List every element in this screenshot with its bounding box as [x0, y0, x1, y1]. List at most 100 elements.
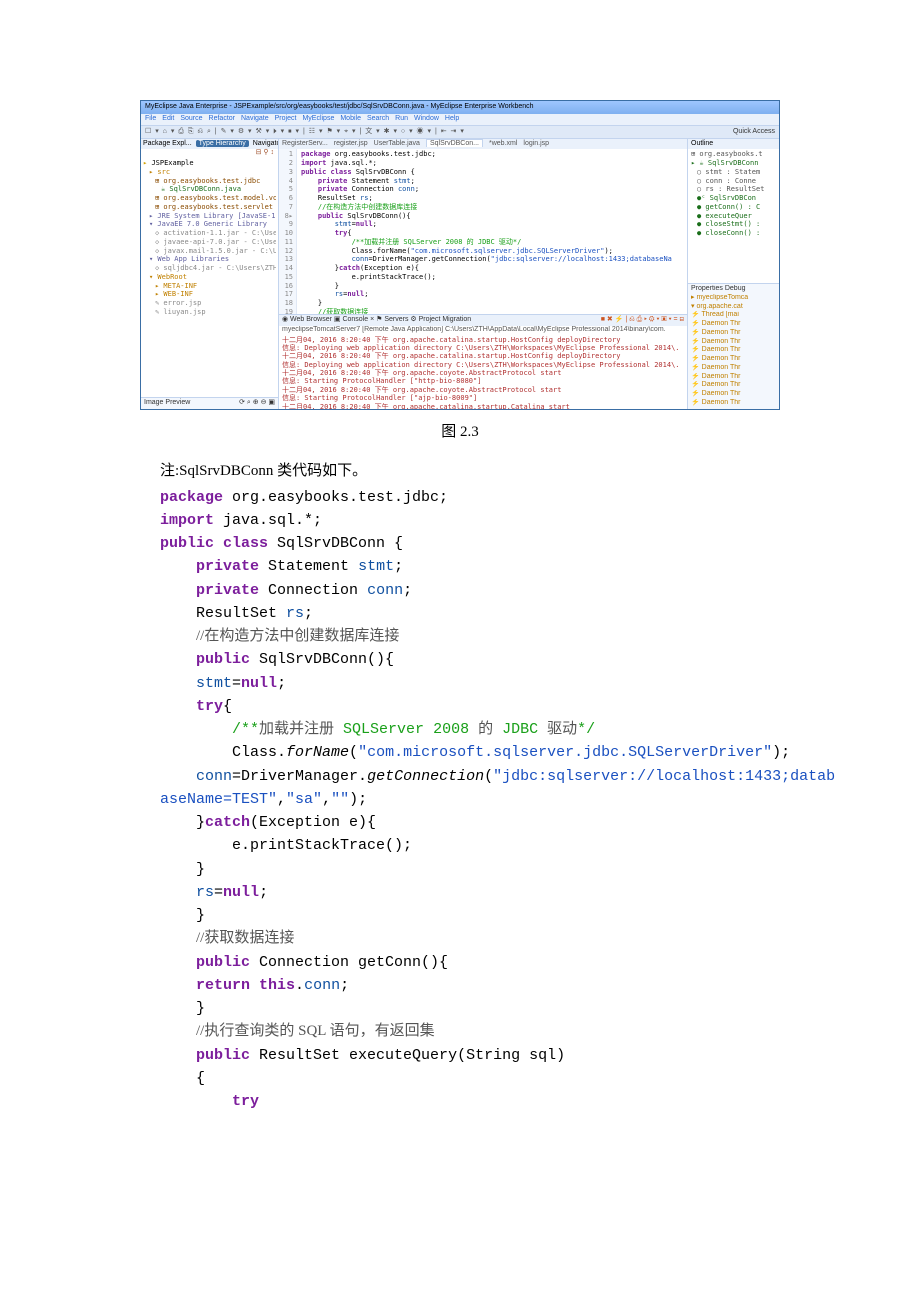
left-tab: Type Hierarchy — [196, 140, 249, 147]
listing-line: } — [160, 858, 760, 881]
code-line: Class.forName("com.microsoft.sqlserver.j… — [301, 247, 683, 256]
listing-line: public class SqlSrvDBConn { — [160, 532, 760, 555]
left-tab: Navigator — [253, 140, 278, 147]
debug-row: ⚡ Thread [mai — [691, 311, 776, 320]
tree-node: ◇ javax.mail-1.5.0.jar - C:\Users\ZTH\Ap… — [143, 247, 276, 256]
outline-node: ● closeStmt() : — [691, 220, 776, 229]
menu-item: Help — [445, 115, 459, 122]
line-number: 15 — [279, 273, 293, 282]
listing-line: try{ — [160, 695, 760, 718]
line-number: 4 — [279, 177, 293, 186]
tree-node: ⊞ org.easybooks.test.jdbc — [143, 177, 276, 186]
listing-line: private Connection conn; — [160, 579, 760, 602]
listing-line: } — [160, 904, 760, 927]
tree-node: ▸ src — [143, 168, 276, 177]
menu-item: Navigate — [241, 115, 269, 122]
debug-row: ⚡ Daemon Thr — [691, 355, 776, 364]
left-panel-mini-icons: ⊟ ⚲ ↕ — [141, 149, 278, 158]
tree-node: ⊞ org.easybooks.test.servlet — [143, 203, 276, 212]
debug-row: ⚡ Daemon Thr — [691, 320, 776, 329]
listing-line: public SqlSrvDBConn(){ — [160, 648, 760, 671]
ide-screenshot: MyEclipse Java Enterprise - JSPExample/s… — [140, 100, 780, 410]
line-number: 5 — [279, 185, 293, 194]
editor-tab: register.jsp — [334, 140, 368, 147]
code-line: ResultSet rs; — [301, 194, 683, 203]
toolbar-icon-row: ☐ ▾ ⌂ ▾ ⎙ ⎘ ⎌ ⌕ | ✎ ▾ ⚙ ▾ ⚒ ▾ ⏵ ▾ ⏹ ▾ | … — [145, 128, 465, 137]
intro-text: 注:SqlSrvDBConn 类代码如下。 — [160, 459, 760, 480]
outline-node: ▸ ☕ SqlSrvDBConn — [691, 159, 776, 168]
editor-tabstrip: RegisterServ...register.jspUserTable.jav… — [279, 139, 687, 150]
code-line: import java.sql.*; — [301, 159, 683, 168]
tree-node: ▸ WEB-INF — [143, 290, 276, 299]
listing-line: Class.forName("com.microsoft.sqlserver.j… — [160, 741, 760, 764]
code-line: } — [301, 282, 683, 291]
code-editor: 12345678▸91011121314151617181920▸2122232… — [279, 149, 687, 314]
ide-center-panel: RegisterServ...register.jspUserTable.jav… — [279, 139, 687, 409]
debug-row: ⚡ Daemon Thr — [691, 399, 776, 408]
listing-line: try — [160, 1090, 760, 1113]
listing-line: private Statement stmt; — [160, 555, 760, 578]
debug-row: ▸ myeclipseTomca — [691, 294, 776, 303]
code-line: //在构造方法中创建数据库连接 — [301, 203, 683, 212]
menu-item: Edit — [162, 115, 174, 122]
menu-item: Search — [367, 115, 389, 122]
line-number: 1 — [279, 150, 293, 159]
listing-line: stmt=null; — [160, 672, 760, 695]
listing-line: }catch(Exception e){ — [160, 811, 760, 834]
code-listing: package org.easybooks.test.jdbc;import j… — [160, 486, 760, 1114]
line-number: 3 — [279, 168, 293, 177]
debug-thread-list: ▸ myeclipseTomca▾ org.apache.cat⚡ Thread… — [691, 294, 776, 408]
line-number: 14 — [279, 264, 293, 273]
listing-line: public Connection getConn(){ — [160, 951, 760, 974]
code-line: package org.easybooks.test.jdbc; — [301, 150, 683, 159]
console-tabstrip: ◉ Web Browser ▣ Console × ⚑ Servers ⚙ Pr… — [279, 314, 687, 326]
tree-node: ▸ JRE System Library [JavaSE-1.7] — [143, 212, 276, 221]
document-body: 注:SqlSrvDBConn 类代码如下。 package org.easybo… — [0, 459, 920, 1114]
tree-node: JSPExample — [143, 159, 276, 168]
figure-caption: 图 2.3 — [0, 420, 920, 441]
menu-item: MyEclipse — [302, 115, 334, 122]
tree-node: ▸ META-INF — [143, 282, 276, 291]
listing-line: ResultSet rs; — [160, 602, 760, 625]
menu-item: File — [145, 115, 156, 122]
editor-tab: RegisterServ... — [282, 140, 328, 147]
debug-row: ⚡ Daemon Thr — [691, 329, 776, 338]
code-line: try{ — [301, 229, 683, 238]
code-line: private Connection conn; — [301, 185, 683, 194]
debug-row: ▾ org.apache.cat — [691, 303, 776, 312]
listing-line: package org.easybooks.test.jdbc; — [160, 486, 760, 509]
debug-row: ⚡ Daemon Thr — [691, 364, 776, 373]
editor-code-area: package org.easybooks.test.jdbc;import j… — [297, 149, 687, 314]
line-number: 17 — [279, 290, 293, 299]
code-line: rs=null; — [301, 290, 683, 299]
console-header: myeclipseTomcatServer7 [Remote Java Appl… — [279, 326, 687, 335]
tree-node: ◇ sqljdbc4.jar - C:\Users\ZTH\Workspaces… — [143, 264, 276, 273]
outline-tab: Outline — [688, 139, 779, 150]
debug-panel: Properties Debug ▸ myeclipseTomca▾ org.a… — [688, 283, 779, 409]
image-preview-panel: Image Preview ⟳ ⌕ ⊕ ⊖ ▣ — [141, 397, 278, 409]
menu-item: Mobile — [340, 115, 361, 122]
tree-node: ✎ error.jsp — [143, 299, 276, 308]
code-line: e.printStackTrace(); — [301, 273, 683, 282]
line-number: 13 — [279, 255, 293, 264]
debug-row: ⚡ Daemon Thr — [691, 373, 776, 382]
listing-line: import java.sql.*; — [160, 509, 760, 532]
code-line: public class SqlSrvDBConn { — [301, 168, 683, 177]
code-line: public SqlSrvDBConn(){ — [301, 212, 683, 221]
outline-node: ● closeConn() : — [691, 229, 776, 238]
ide-menubar: FileEditSourceRefactorNavigateProjectMyE… — [141, 114, 779, 125]
tree-node: ▾ Web App Libraries — [143, 255, 276, 264]
console-tabs-left: ◉ Web Browser ▣ Console × ⚑ Servers ⚙ Pr… — [282, 316, 471, 325]
line-number: 8▸ — [279, 212, 293, 221]
listing-line: } — [160, 997, 760, 1020]
menu-item: Run — [395, 115, 408, 122]
debug-row: ⚡ Daemon Thr — [691, 338, 776, 347]
window-titlebar: MyEclipse Java Enterprise - JSPExample/s… — [141, 101, 779, 114]
line-number: 11 — [279, 238, 293, 247]
menu-item: Window — [414, 115, 439, 122]
tree-node: ⊞ org.easybooks.test.model.vo — [143, 194, 276, 203]
line-number: 6 — [279, 194, 293, 203]
outline-node: ●ᶜ SqlSrvDBCon — [691, 194, 776, 203]
code-line: }catch(Exception e){ — [301, 264, 683, 273]
tree-node: ◇ javaee-api-7.0.jar - C:\Users\ZTH\AppD… — [143, 238, 276, 247]
